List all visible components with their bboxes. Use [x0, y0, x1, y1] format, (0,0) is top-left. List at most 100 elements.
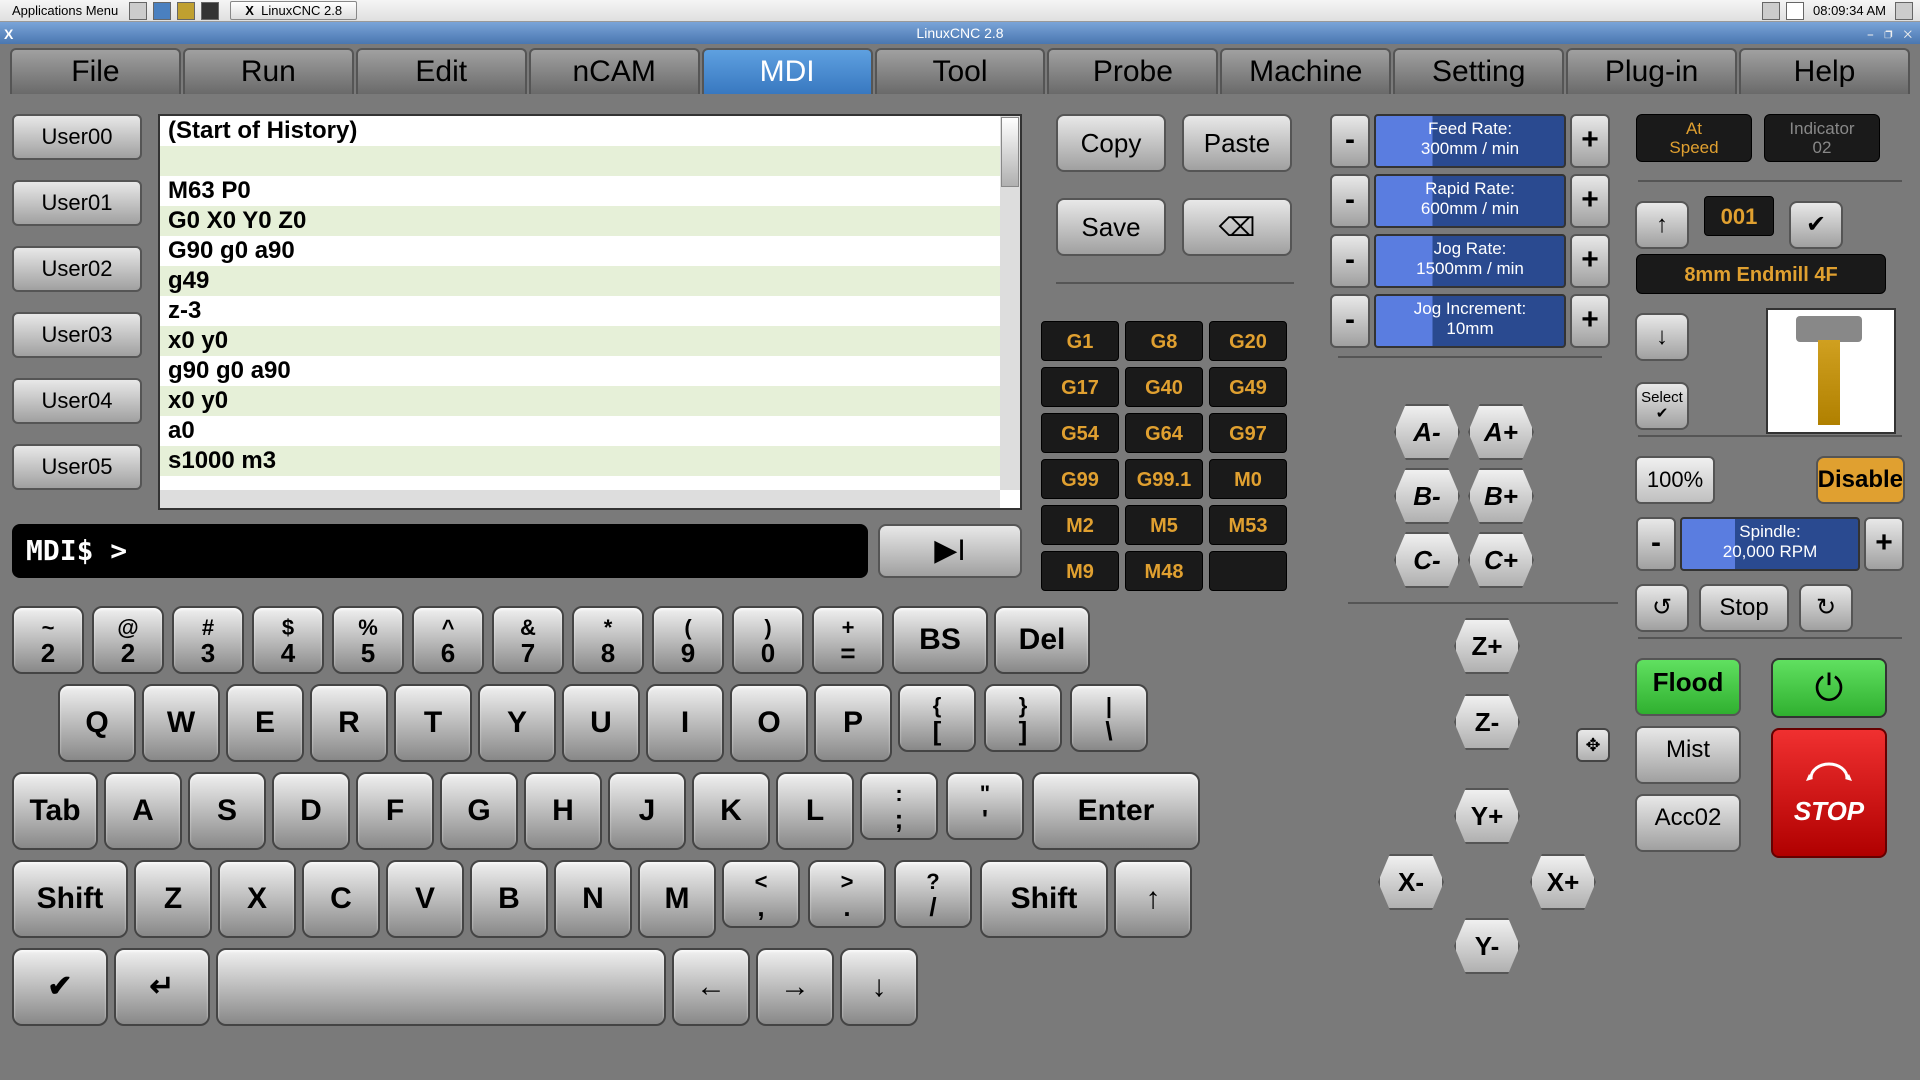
- tray-icon-3[interactable]: [1895, 2, 1913, 20]
- tab-run[interactable]: Run: [183, 48, 354, 94]
- key-T[interactable]: T: [394, 684, 472, 762]
- rate-3-plus[interactable]: +: [1570, 294, 1610, 348]
- key-\[interactable]: |\: [1070, 684, 1148, 752]
- key-9[interactable]: (9: [652, 606, 724, 674]
- jog-c-minus[interactable]: C-: [1394, 532, 1460, 588]
- key-J[interactable]: J: [608, 772, 686, 850]
- key-N[interactable]: N: [554, 860, 632, 938]
- history-line[interactable]: x0 y0: [160, 326, 1020, 356]
- key-4[interactable]: $4: [252, 606, 324, 674]
- key-Shift[interactable]: Shift: [980, 860, 1108, 938]
- rate-0-minus[interactable]: -: [1330, 114, 1370, 168]
- jog-b-minus[interactable]: B-: [1394, 468, 1460, 524]
- gcode-G1[interactable]: G1: [1041, 321, 1119, 361]
- gcode-G97[interactable]: G97: [1209, 413, 1287, 453]
- key-[[interactable]: {[: [898, 684, 976, 752]
- history-line[interactable]: g49: [160, 266, 1020, 296]
- key-[interactable]: [216, 948, 666, 1026]
- key-5[interactable]: %5: [332, 606, 404, 674]
- acc02-button[interactable]: Acc02: [1635, 794, 1741, 852]
- tool-up-button[interactable]: ↑: [1635, 201, 1689, 249]
- key-U[interactable]: U: [562, 684, 640, 762]
- gcode-G17[interactable]: G17: [1041, 367, 1119, 407]
- jog-x-minus[interactable]: X-: [1378, 854, 1444, 910]
- key-F[interactable]: F: [356, 772, 434, 850]
- gcode-G54[interactable]: G54: [1041, 413, 1119, 453]
- pan-icon[interactable]: ✥: [1576, 728, 1610, 762]
- tab-probe[interactable]: Probe: [1047, 48, 1218, 94]
- gcode-M53[interactable]: M53: [1209, 505, 1287, 545]
- key-0[interactable]: )0: [732, 606, 804, 674]
- estop-button[interactable]: STOP: [1771, 728, 1887, 858]
- rate-3-minus[interactable]: -: [1330, 294, 1370, 348]
- key-'[interactable]: "': [946, 772, 1024, 840]
- user05-button[interactable]: User05: [12, 444, 142, 490]
- key-][interactable]: }]: [984, 684, 1062, 752]
- jog-a-minus[interactable]: A-: [1394, 404, 1460, 460]
- spindle-disable-button[interactable]: Disable: [1816, 456, 1905, 504]
- spindle-cw-button[interactable]: ↻: [1799, 584, 1853, 632]
- tab-file[interactable]: File: [10, 48, 181, 94]
- key-A[interactable]: A: [104, 772, 182, 850]
- key-2[interactable]: @2: [92, 606, 164, 674]
- gcode-M5[interactable]: M5: [1125, 505, 1203, 545]
- key-Shift[interactable]: Shift: [12, 860, 128, 938]
- key-W[interactable]: W: [142, 684, 220, 762]
- key-H[interactable]: H: [524, 772, 602, 850]
- history-line[interactable]: s1000 m3: [160, 446, 1020, 476]
- jog-c-minusplus[interactable]: C+: [1468, 532, 1534, 588]
- key-L[interactable]: L: [776, 772, 854, 850]
- key-B[interactable]: B: [470, 860, 548, 938]
- history-line[interactable]: G90 g0 a90: [160, 236, 1020, 266]
- tab-plug-in[interactable]: Plug-in: [1566, 48, 1737, 94]
- key-↓[interactable]: ↓: [840, 948, 918, 1026]
- key-Y[interactable]: Y: [478, 684, 556, 762]
- user02-button[interactable]: User02: [12, 246, 142, 292]
- key-8[interactable]: *8: [572, 606, 644, 674]
- key-G[interactable]: G: [440, 772, 518, 850]
- rate-1-plus[interactable]: +: [1570, 174, 1610, 228]
- gcode-G99[interactable]: G99: [1041, 459, 1119, 499]
- jog-z-plus[interactable]: Z+: [1454, 618, 1520, 674]
- key-7[interactable]: &7: [492, 606, 564, 674]
- key-C[interactable]: C: [302, 860, 380, 938]
- key-I[interactable]: I: [646, 684, 724, 762]
- taskbar-icon-2[interactable]: [153, 2, 171, 20]
- key-X[interactable]: X: [218, 860, 296, 938]
- user03-button[interactable]: User03: [12, 312, 142, 358]
- key-/[interactable]: ?/: [894, 860, 972, 928]
- applications-menu[interactable]: Applications Menu: [4, 3, 126, 18]
- rate-2-minus[interactable]: -: [1330, 234, 1370, 288]
- key-.[interactable]: >.: [808, 860, 886, 928]
- key-E[interactable]: E: [226, 684, 304, 762]
- gcode-G64[interactable]: G64: [1125, 413, 1203, 453]
- jog-y-plus[interactable]: Y+: [1454, 788, 1520, 844]
- window-controls[interactable]: ⎯ ❐ ✕: [1868, 24, 1916, 46]
- key-✔[interactable]: ✔: [12, 948, 108, 1026]
- history-vscroll[interactable]: [1000, 116, 1020, 490]
- tab-ncam[interactable]: nCAM: [529, 48, 700, 94]
- tab-tool[interactable]: Tool: [875, 48, 1046, 94]
- user01-button[interactable]: User01: [12, 180, 142, 226]
- history-line[interactable]: g90 g0 a90: [160, 356, 1020, 386]
- key-←[interactable]: ←: [672, 948, 750, 1026]
- gcode-M9[interactable]: M9: [1041, 551, 1119, 591]
- history-hscroll[interactable]: [160, 490, 1000, 508]
- user00-button[interactable]: User00: [12, 114, 142, 160]
- spindle-ccw-button[interactable]: ↺: [1635, 584, 1689, 632]
- mdi-history[interactable]: (Start of History)M63 P0G0 X0 Y0 Z0G90 g…: [158, 114, 1022, 510]
- history-line[interactable]: (Start of History): [160, 116, 1020, 146]
- spindle-plus[interactable]: +: [1864, 517, 1904, 571]
- tab-mdi[interactable]: MDI: [702, 48, 873, 94]
- key-2[interactable]: ~2: [12, 606, 84, 674]
- user04-button[interactable]: User04: [12, 378, 142, 424]
- key-D[interactable]: D: [272, 772, 350, 850]
- key-M[interactable]: M: [638, 860, 716, 938]
- history-line[interactable]: z-3: [160, 296, 1020, 326]
- key-V[interactable]: V: [386, 860, 464, 938]
- key-=[interactable]: +=: [812, 606, 884, 674]
- taskbar-icon-1[interactable]: [129, 2, 147, 20]
- mdi-input[interactable]: MDI$ >: [12, 524, 868, 578]
- key-S[interactable]: S: [188, 772, 266, 850]
- paste-button[interactable]: Paste: [1182, 114, 1292, 172]
